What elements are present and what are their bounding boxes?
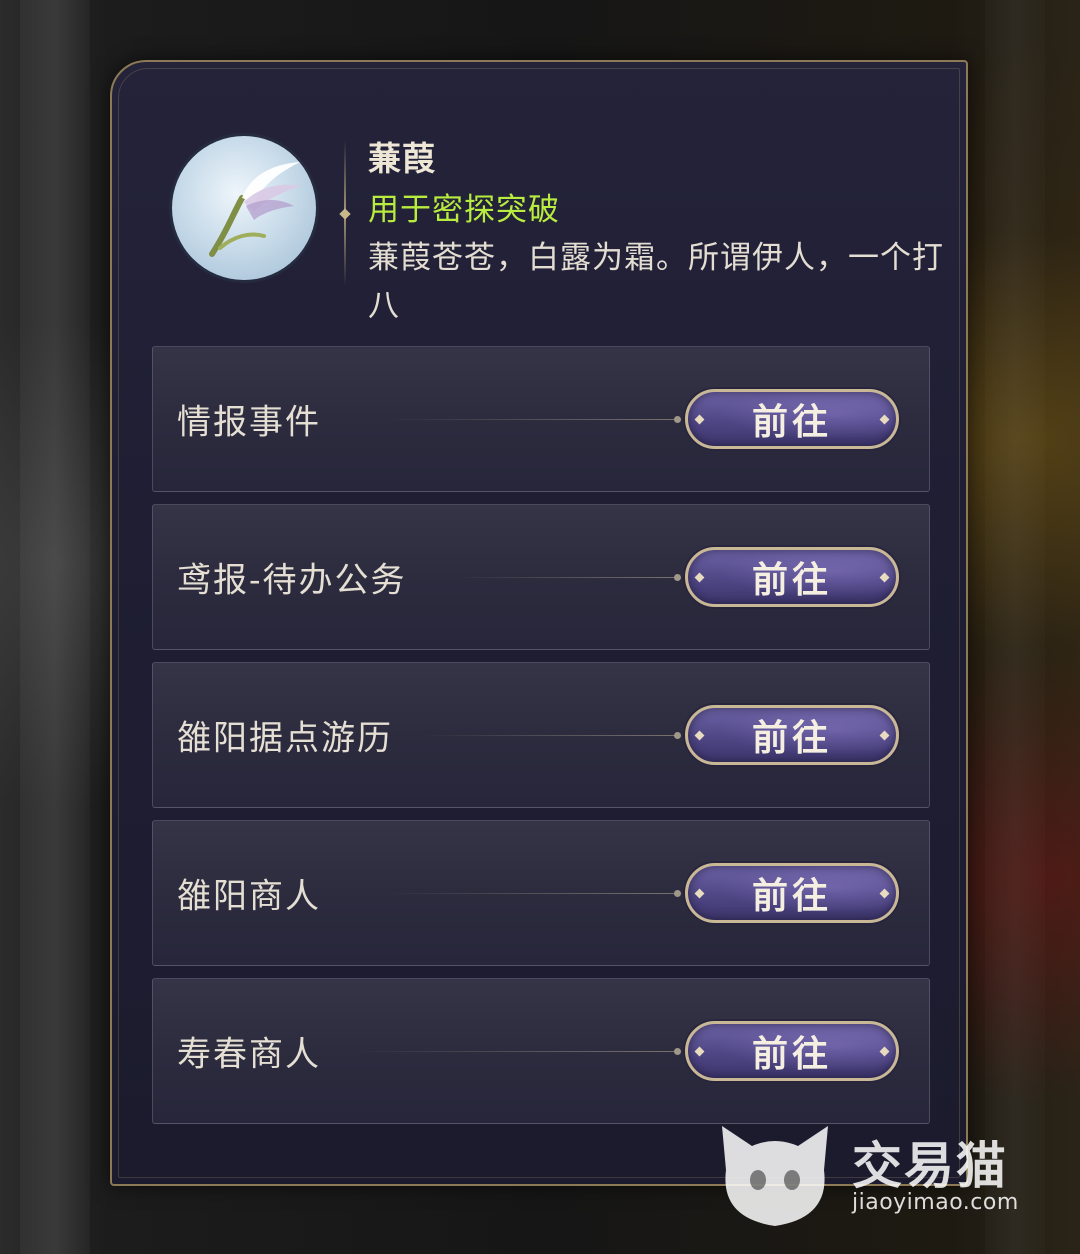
source-label: 情报事件 [177, 402, 321, 443]
item-source-panel: 蒹葭 用于密探突破 蒹葭苍苍，白露为霜。所谓伊人，一个打八 情报事件 前往 鸢报… [110, 60, 968, 1186]
row-connector [455, 574, 681, 581]
source-row: 雒阳商人 前往 [152, 820, 930, 966]
background-column [20, 0, 90, 1254]
source-label: 鸢报-待办公务 [177, 560, 407, 601]
header-divider [344, 140, 346, 286]
source-list: 情报事件 前往 鸢报-待办公务 前往 雒阳据点游历 前往 雒阳商人 前往 寿春商… [152, 346, 932, 1136]
go-button-label: 前往 [751, 875, 832, 917]
go-button[interactable]: 前往 [685, 863, 899, 923]
go-button[interactable]: 前往 [685, 547, 899, 607]
row-connector [425, 732, 681, 739]
source-label: 雒阳商人 [177, 876, 321, 917]
go-button[interactable]: 前往 [685, 705, 899, 765]
row-connector [385, 416, 681, 423]
go-button-label: 前往 [751, 559, 832, 601]
source-row: 雒阳据点游历 前往 [152, 662, 930, 808]
source-row: 鸢报-待办公务 前往 [152, 504, 930, 650]
item-usage: 用于密探突破 [368, 192, 560, 228]
background-column [985, 0, 1045, 1254]
row-connector [385, 890, 681, 897]
go-button[interactable]: 前往 [685, 1021, 899, 1081]
source-row: 寿春商人 前往 [152, 978, 930, 1124]
row-connector [355, 1048, 681, 1055]
item-description: 蒹葭苍苍，白露为霜。所谓伊人，一个打八 [368, 240, 944, 324]
item-name: 蒹葭 [368, 139, 436, 178]
source-label: 雒阳据点游历 [177, 718, 393, 759]
source-label: 寿春商人 [177, 1034, 321, 1075]
go-button-label: 前往 [751, 717, 832, 759]
go-button-label: 前往 [751, 401, 832, 443]
go-button[interactable]: 前往 [685, 389, 899, 449]
source-row: 情报事件 前往 [152, 346, 930, 492]
go-button-label: 前往 [751, 1033, 832, 1075]
reed-feather-icon [172, 136, 316, 280]
